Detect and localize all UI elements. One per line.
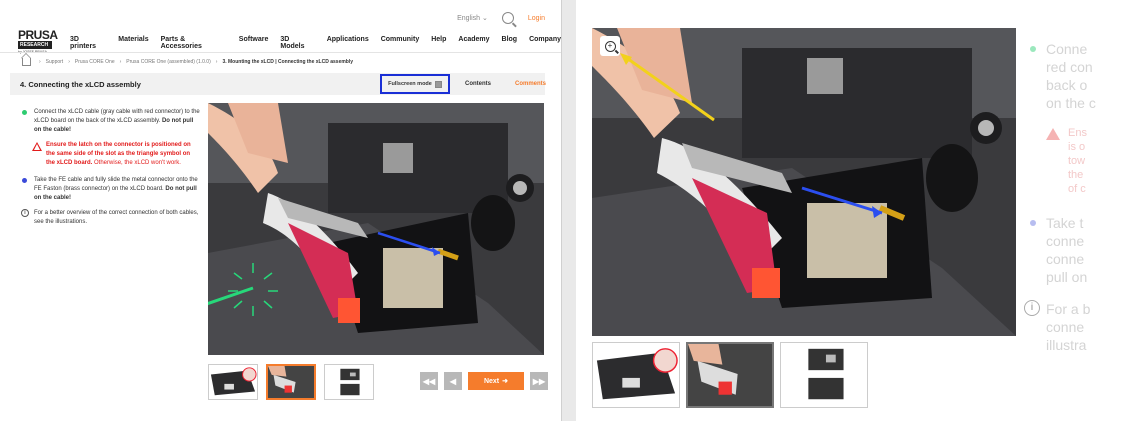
language-selector[interactable]: English ⌄ (457, 14, 488, 22)
warning-icon (1046, 128, 1060, 140)
step-header: 4. Connecting the xLCD assembly Fullscre… (10, 73, 546, 95)
instruction-blue: Take the FE cable and fully slide the me… (22, 176, 200, 203)
zoom-in-icon: + (604, 40, 616, 52)
screenshot-stage: English ⌄ Login PRUSA RESEARCH by JOSEF … (0, 0, 1125, 421)
green-bullet-icon (22, 110, 27, 115)
faded-instruction-green: Conne red con back o on the c (1024, 40, 1124, 112)
warning-icon (32, 142, 42, 151)
faded-instructions: Conne red con back o on the c Ens is o t… (1024, 40, 1124, 368)
breadcrumb-core-one-assembled[interactable]: Prusa CORE One (assembled) (1.0.0) (126, 59, 210, 65)
thumbnail-3[interactable] (324, 364, 374, 400)
last-step-button[interactable]: ▶▶ (530, 372, 548, 390)
instruction-green: Connect the xLCD cable (gray cable with … (22, 108, 200, 135)
breadcrumb-core-one[interactable]: Prusa CORE One (75, 59, 115, 65)
thumbnail-2-active[interactable] (266, 364, 316, 400)
nav-parts-accessories[interactable]: Parts & Accessories (161, 36, 227, 50)
search-icon[interactable] (501, 12, 514, 24)
fs-thumbnail-3[interactable] (780, 342, 868, 408)
faded-instruction-info: i For a b conne illustra (1024, 300, 1124, 354)
arrow-right-icon: ➜ (502, 378, 509, 385)
nav-3d-printers[interactable]: 3D printers (70, 36, 106, 50)
fullscreen-mode-button[interactable]: Fullscreen mode (380, 74, 450, 94)
contents-tab[interactable]: Contents (465, 81, 491, 87)
nav-help[interactable]: Help (431, 36, 446, 50)
first-step-button[interactable]: ◀◀ (420, 372, 438, 390)
connector-photo-zoomed (592, 28, 1016, 336)
info-icon: i (1024, 300, 1040, 316)
breadcrumb-current: 3. Mounting the xLCD | Connecting the xL… (222, 59, 354, 65)
step-pager: ◀◀ ◀ Next ➜ ▶▶ (420, 372, 548, 390)
nav-blog[interactable]: Blog (502, 36, 518, 50)
next-step-button[interactable]: Next ➜ (468, 372, 524, 390)
fullscreen-view: + Conne red con back o on the c Ens is o… (576, 0, 1125, 421)
fs-thumbnail-1[interactable] (592, 342, 680, 408)
step-instructions: Connect the xLCD cable (gray cable with … (21, 108, 200, 233)
divider (0, 52, 561, 53)
thumbnail-1[interactable] (208, 364, 258, 400)
blue-bullet-icon (22, 178, 27, 183)
thumbnail-strip (208, 364, 374, 400)
fs-thumbnail-2-active[interactable] (686, 342, 774, 408)
home-icon[interactable] (22, 58, 31, 66)
info-icon: i (21, 209, 29, 217)
green-bullet-icon (1030, 46, 1036, 52)
breadcrumb-support[interactable]: Support (46, 59, 64, 65)
fullscreen-icon (434, 80, 442, 88)
connector-photo (208, 103, 544, 355)
top-bar: English ⌄ Login (457, 12, 545, 24)
prusa-logo[interactable]: PRUSA RESEARCH by JOSEF PRUSA (18, 29, 58, 54)
nav-company[interactable]: Company (529, 36, 561, 50)
fullscreen-thumbnail-strip (592, 342, 868, 408)
guide-page: English ⌄ Login PRUSA RESEARCH by JOSEF … (0, 0, 562, 421)
blue-bullet-icon (1030, 220, 1036, 226)
nav-3d-models[interactable]: 3D Models (280, 36, 314, 50)
faded-instruction-blue: Take t conne conne pull on (1024, 214, 1124, 286)
zoom-in-button[interactable]: + (600, 36, 620, 56)
comments-tab[interactable]: Comments (515, 81, 546, 87)
nav-materials[interactable]: Materials (118, 36, 148, 50)
instruction-warning: Ensure the latch on the connector is pos… (22, 141, 200, 168)
breadcrumb: › Support › Prusa CORE One › Prusa CORE … (22, 58, 353, 66)
nav-academy[interactable]: Academy (458, 36, 489, 50)
nav-applications[interactable]: Applications (327, 36, 369, 50)
zoomed-photo[interactable]: + (592, 28, 1016, 336)
faded-warning: Ens is o tow the of c (1024, 126, 1124, 196)
nav-software[interactable]: Software (239, 36, 269, 50)
login-link[interactable]: Login (528, 15, 545, 22)
instruction-info: i For a better overview of the correct c… (21, 209, 200, 227)
prev-step-button[interactable]: ◀ (444, 372, 462, 390)
step-photo[interactable] (208, 103, 544, 355)
nav-community[interactable]: Community (381, 36, 420, 50)
main-nav: 3D printers Materials Parts & Accessorie… (70, 36, 561, 50)
